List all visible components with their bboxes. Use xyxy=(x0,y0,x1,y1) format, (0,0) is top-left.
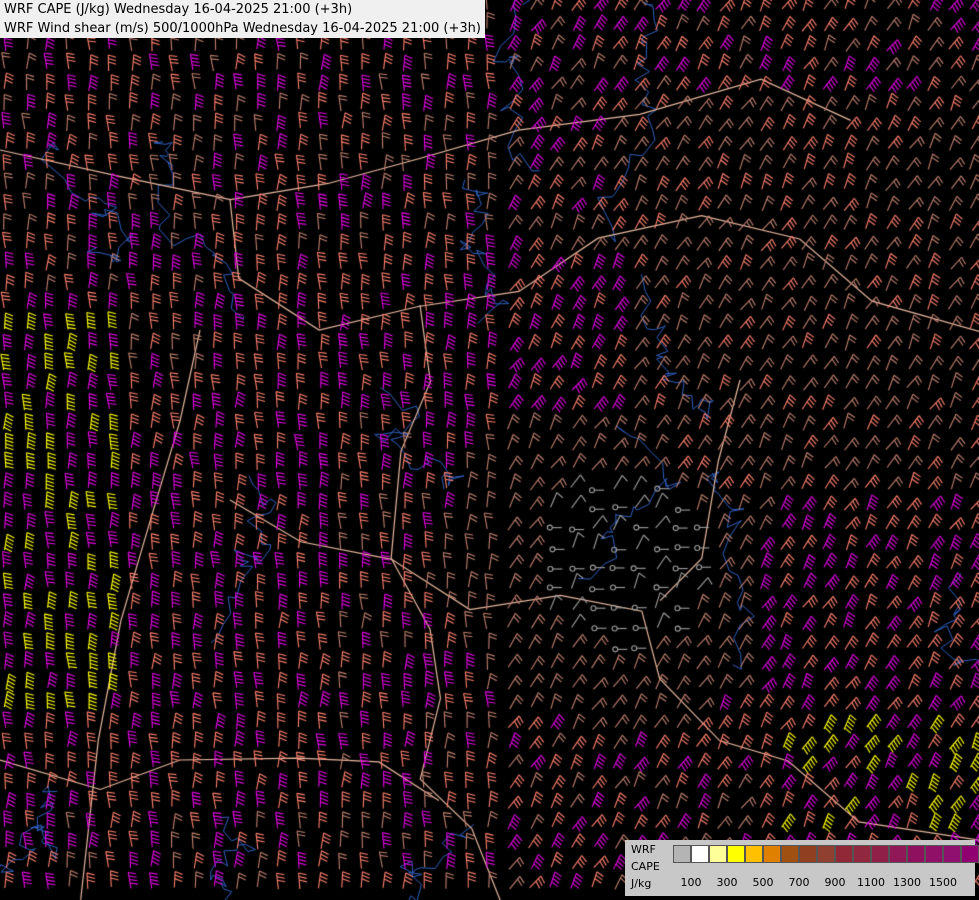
legend-tick-label: 900 xyxy=(824,876,846,889)
legend-unit-label: J/kg xyxy=(631,877,652,890)
legend-swatch xyxy=(691,845,709,863)
legend-swatch xyxy=(943,845,961,863)
legend-swatch xyxy=(763,845,781,863)
legend-swatch xyxy=(727,845,745,863)
legend-tick-label: 1500 xyxy=(929,876,957,889)
legend-swatch xyxy=(907,845,925,863)
legend-swatch xyxy=(853,845,871,863)
legend-tick-label: 1100 xyxy=(857,876,885,889)
legend-swatch xyxy=(799,845,817,863)
legend-swatch xyxy=(925,845,943,863)
wind-shear-map xyxy=(0,0,979,900)
legend-swatches xyxy=(673,845,979,863)
legend-swatch xyxy=(781,845,799,863)
map-header: WRF CAPE (J/kg) Wednesday 16-04-2025 21:… xyxy=(0,0,485,38)
legend-variable-label: CAPE xyxy=(631,860,660,873)
legend-swatch xyxy=(817,845,835,863)
legend-swatch xyxy=(709,845,727,863)
header-title-shear: WRF Wind shear (m/s) 500/1000hPa Wednesd… xyxy=(4,21,481,36)
legend-tick-label: 500 xyxy=(752,876,774,889)
legend-tick-label: 100 xyxy=(680,876,702,889)
cape-legend: WRF CAPE J/kg 100 300 500 700 900 1100 1300 150… xyxy=(625,840,979,896)
legend-tick-label: 700 xyxy=(788,876,810,889)
legend-model-label: WRF xyxy=(631,843,656,856)
legend-swatch xyxy=(961,845,979,863)
legend-swatch xyxy=(745,845,763,863)
header-title-cape: WRF CAPE (J/kg) Wednesday 16-04-2025 21:… xyxy=(4,2,353,17)
legend-swatch xyxy=(871,845,889,863)
legend-ticks: 100 300 500 700 900 1100 1300 1500 xyxy=(673,876,973,890)
legend-swatch xyxy=(673,845,691,863)
legend-tick-label: 300 xyxy=(716,876,738,889)
legend-swatch xyxy=(835,845,853,863)
legend-swatch xyxy=(889,845,907,863)
legend-tick-label: 1300 xyxy=(893,876,921,889)
